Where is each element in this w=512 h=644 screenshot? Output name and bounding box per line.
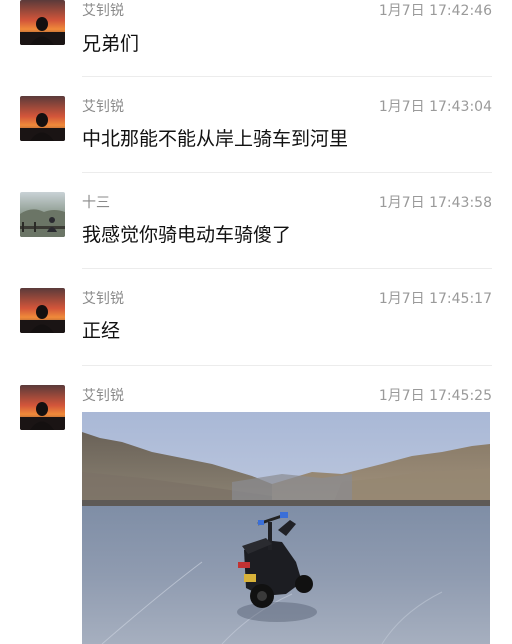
message-text[interactable]: 中北那能不能从岸上骑车到河里 <box>82 126 348 152</box>
message-text[interactable]: 正经 <box>82 318 120 344</box>
sender-name: 十三 <box>82 195 110 211</box>
message-time: 1月7日 17:43:04 <box>378 99 492 115</box>
message-text[interactable]: 我感觉你骑电动车骑傻了 <box>82 222 291 248</box>
sunset-avatar-icon[interactable] <box>20 288 65 333</box>
sunset-avatar-icon[interactable] <box>20 0 65 45</box>
sunset-avatar-icon[interactable] <box>20 385 65 430</box>
message-text[interactable]: 兄弟们 <box>82 31 139 57</box>
message-time: 1月7日 17:43:58 <box>378 195 492 211</box>
message-divider <box>82 76 492 77</box>
sender-name: 艾钊锐 <box>82 3 124 19</box>
sunset-avatar-icon[interactable] <box>20 96 65 141</box>
message-time: 1月7日 17:45:25 <box>378 388 492 404</box>
message-divider <box>82 172 492 173</box>
chat-history: 艾钊锐 1月7日 17:42:46 兄弟们 艾钊锐 1月7日 17:43:04 … <box>0 0 512 644</box>
sender-name: 艾钊锐 <box>82 291 124 307</box>
message-time: 1月7日 17:45:17 <box>378 291 492 307</box>
scooter-photo-icon[interactable] <box>82 412 490 644</box>
message-time: 1月7日 17:42:46 <box>378 3 492 19</box>
sender-name: 艾钊锐 <box>82 388 124 404</box>
landscape-avatar-icon[interactable] <box>20 192 65 237</box>
sender-name: 艾钊锐 <box>82 99 124 115</box>
message-divider <box>82 268 492 269</box>
message-divider <box>82 365 492 366</box>
